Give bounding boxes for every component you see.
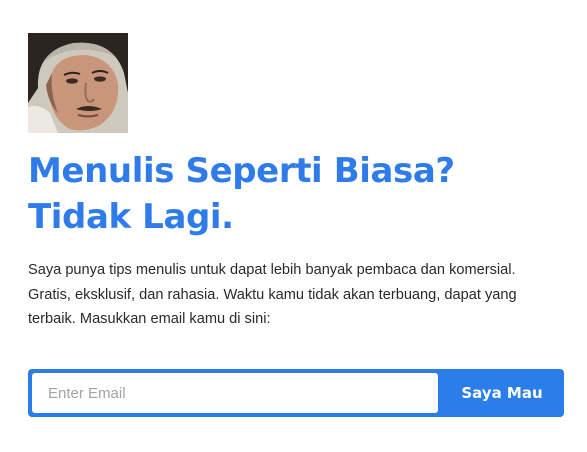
headline-line-2: Tidak Lagi. [28, 197, 234, 237]
description-text: Saya punya tips menulis untuk dapat lebi… [28, 258, 578, 332]
headline-line-1: Menulis Seperti Biasa? [28, 151, 455, 191]
description-line-3: terbaik. Masukkan email kamu di sini: [28, 311, 271, 327]
description-line-1: Saya punya tips menulis untuk dapat lebi… [28, 262, 516, 278]
portrait-photo-icon [28, 33, 128, 133]
description-line-2: Gratis, eksklusif, dan rahasia. Waktu ka… [28, 286, 517, 303]
profile-photo [28, 33, 128, 133]
subscribe-form: Saya Mau [28, 369, 564, 417]
page-title: Menulis Seperti Biasa? Tidak Lagi. [28, 148, 568, 240]
submit-button[interactable]: Saya Mau [440, 369, 564, 417]
email-input[interactable] [32, 373, 438, 413]
